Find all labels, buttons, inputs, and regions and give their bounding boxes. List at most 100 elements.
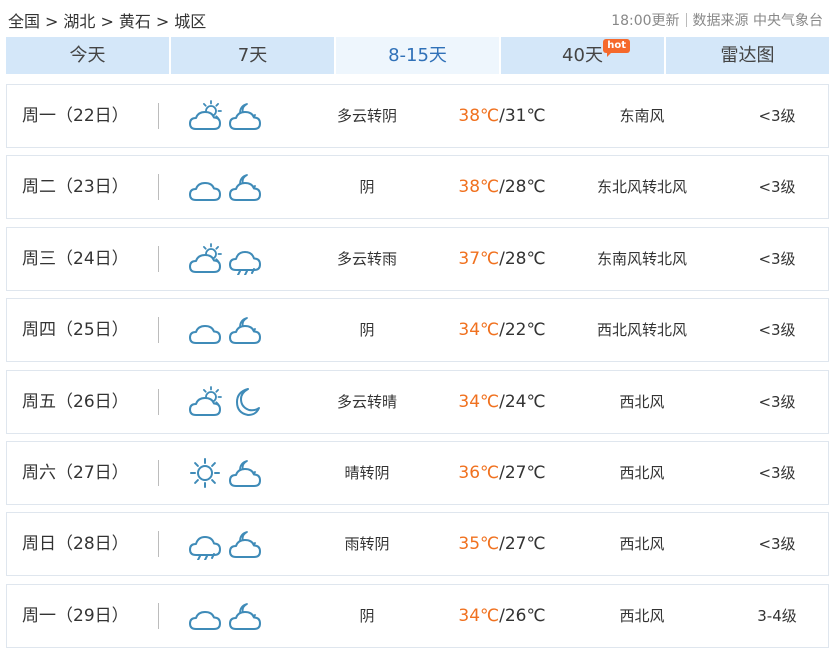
temperature-range: 37℃/28℃ [447, 228, 557, 290]
meta-divider [685, 13, 687, 27]
breadcrumb: 全国 > 湖北 > 黄石 > 城区 [8, 8, 206, 32]
forecast-row: 周六（27日） 晴转阴 36℃/27℃ 西北风 <3级 [6, 440, 829, 505]
wind-direction: 西北风 [619, 606, 665, 625]
rain-icon [227, 243, 263, 275]
wind-direction: 东南风 [619, 107, 665, 125]
weather-icons [187, 528, 263, 561]
breadcrumb-separator: > [45, 12, 59, 31]
breadcrumb-item-city[interactable]: 黄石 [119, 12, 151, 31]
forecast-day: 周五（26日） [22, 391, 129, 412]
forecast-row: 周五（26日） 多云转晴 34℃/24℃ 西北风 <3级 [6, 369, 829, 434]
weather-icons [187, 457, 263, 489]
forecast-list: 周一（22日） 多云转阴 38℃/31℃ 东南风 <3级 周二（23日）阴 38℃/28℃ 东… [6, 84, 829, 655]
overcast-icon [187, 314, 223, 346]
low-temp: /24℃ [499, 391, 546, 412]
tab-radar[interactable]: 雷达图 [666, 37, 829, 74]
forecast-day: 周三（24日） [22, 248, 129, 269]
breadcrumb-separator: > [155, 12, 170, 31]
forecast-day: 周四（25日） [22, 320, 129, 341]
wind-level: <3级 [758, 178, 796, 197]
wind-direction: 西北风 [619, 463, 665, 482]
cloudy-night-icon [227, 457, 263, 489]
row-divider [158, 245, 159, 272]
row-divider [158, 602, 159, 629]
forecast-day: 周一（22日） [22, 106, 129, 126]
tab-label: 7天 [237, 45, 268, 66]
partly-cloudy-icon [187, 385, 223, 418]
breadcrumb-item-country[interactable]: 全国 [8, 12, 40, 31]
forecast-row: 周二（23日） 阴 38℃/28℃ 东北风转北风 <3级 [6, 155, 829, 220]
weather-icons [187, 600, 263, 632]
weather-icons [187, 171, 263, 203]
wind-direction: 西北风 [619, 392, 665, 411]
wind-level: <3级 [758, 463, 796, 482]
tab-7-days[interactable]: 7天 [171, 37, 334, 74]
top-bar: 全国 > 湖北 > 黄石 > 城区 18:00更新 数据来源 中央气象台 [0, 0, 833, 36]
low-temp: /31℃ [499, 106, 546, 126]
weather-description: 阴 [359, 178, 375, 197]
low-temp: /27℃ [499, 462, 546, 483]
weather-icons [187, 385, 263, 418]
high-temp: 35℃ [458, 534, 500, 555]
weather-description: 晴转阴 [344, 463, 390, 482]
source-label: 数据来源 [692, 13, 749, 29]
row-divider [158, 388, 159, 415]
wind-direction: 东北风转北风 [596, 178, 687, 197]
forecast-day: 周六（27日） [22, 462, 129, 483]
tab-today[interactable]: 今天 [6, 37, 169, 74]
weather-description: 多云转阴 [336, 107, 397, 125]
temperature-range: 34℃/24℃ [447, 371, 557, 433]
low-temp: /28℃ [499, 177, 546, 198]
tab-8-15-days[interactable]: 8-15天 [336, 37, 499, 74]
low-temp: /27℃ [499, 534, 546, 555]
tab-40-days[interactable]: 40天 hot [501, 37, 664, 74]
temperature-range: 34℃/22℃ [447, 299, 557, 361]
update-meta: 18:00更新 数据来源 中央气象台 [611, 10, 823, 30]
wind-level: <3级 [758, 249, 796, 268]
breadcrumb-item-province[interactable]: 湖北 [63, 12, 95, 31]
tab-label: 40天 [562, 45, 603, 66]
forecast-tabs: 今天 7天 8-15天 40天 hot 雷达图 [6, 37, 829, 74]
temperature-range: 36℃/27℃ [447, 442, 557, 504]
forecast-day: 周日（28日） [22, 534, 129, 555]
moon-icon [227, 386, 263, 418]
weather-description: 阴 [359, 321, 375, 340]
hot-badge: hot [603, 39, 630, 57]
high-temp: 34℃ [458, 605, 500, 626]
tab-label: 今天 [69, 45, 106, 66]
sun-icon [187, 457, 223, 489]
tab-label: 8-15天 [388, 45, 447, 66]
forecast-row: 周四（25日） 阴 34℃/22℃ 西北风转北风 <3级 [6, 298, 829, 363]
row-divider [158, 317, 159, 344]
wind-direction: 西北风转北风 [596, 321, 687, 340]
update-time: 18:00更新 [611, 13, 680, 29]
overcast-icon [187, 600, 223, 632]
temperature-range: 34℃/26℃ [447, 585, 557, 647]
row-divider [158, 103, 159, 129]
temperature-range: 38℃/31℃ [447, 85, 557, 147]
high-temp: 36℃ [458, 462, 500, 483]
forecast-row: 周一（29日） 阴 34℃/26℃ 西北风 3-4级 [6, 583, 829, 648]
high-temp: 37℃ [458, 248, 500, 269]
partly-cloudy-icon [187, 242, 223, 275]
row-divider [158, 174, 159, 201]
cloudy-night-icon [227, 528, 263, 560]
low-temp: /26℃ [499, 605, 546, 626]
wind-level: <3级 [758, 321, 796, 340]
weather-icons [187, 100, 263, 132]
partly-cloudy-icon [187, 100, 223, 132]
cloudy-night-icon [227, 314, 263, 346]
tab-label: 雷达图 [720, 45, 775, 66]
forecast-row: 周三（24日） 多云转雨 37℃/28℃ 东南风转北风 <3级 [6, 226, 829, 291]
overcast-icon [187, 171, 223, 203]
row-divider [158, 459, 159, 486]
weather-description: 雨转阴 [344, 535, 390, 554]
forecast-row: 周一（22日） 多云转阴 38℃/31℃ 东南风 <3级 [6, 84, 829, 148]
wind-level: <3级 [758, 107, 796, 125]
weather-icons [187, 314, 263, 346]
high-temp: 34℃ [458, 320, 500, 341]
low-temp: /22℃ [499, 320, 546, 341]
row-divider [158, 531, 159, 558]
breadcrumb-separator: > [100, 12, 114, 31]
high-temp: 34℃ [458, 391, 500, 412]
